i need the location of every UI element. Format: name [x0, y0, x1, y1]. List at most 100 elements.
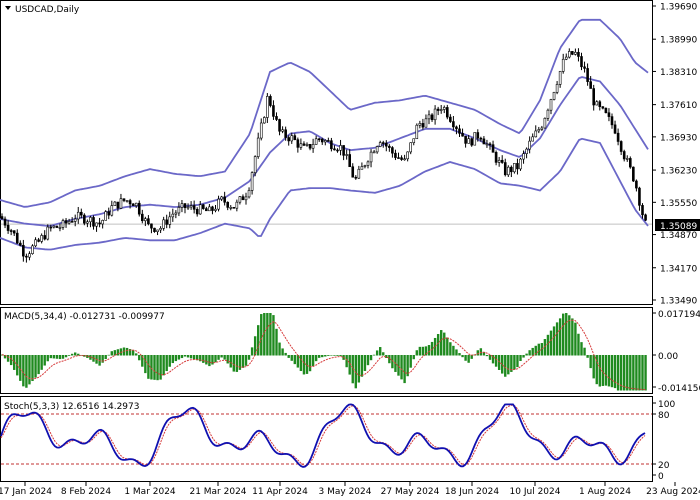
macd-bar	[229, 355, 232, 368]
x-tick-label: 27 May 2024	[381, 487, 440, 497]
macd-bar	[67, 355, 71, 356]
macd-bar	[513, 355, 516, 370]
candle-body	[208, 206, 211, 212]
candle-body	[558, 71, 562, 85]
candle-body	[351, 166, 355, 178]
macd-bar	[571, 318, 574, 356]
candle-body	[34, 239, 37, 247]
candle-body	[482, 138, 486, 145]
macd-bar	[43, 355, 46, 366]
macd-bar	[135, 353, 138, 356]
macd-bar	[626, 355, 629, 391]
candle-body	[241, 196, 245, 201]
candle-body	[9, 230, 13, 232]
y-tick-label: 1.37610	[660, 101, 697, 111]
macd-bar	[177, 355, 181, 360]
macd-bar	[412, 355, 415, 360]
macd-bar	[455, 349, 458, 356]
candle-body	[574, 51, 577, 55]
candle-body	[15, 232, 19, 244]
macd-bar	[168, 355, 171, 367]
candle-body	[577, 51, 580, 57]
candle-body	[567, 51, 571, 58]
macd-bar	[6, 355, 10, 362]
macd-bar	[208, 355, 211, 367]
macd-bar	[589, 355, 592, 369]
candle-body	[430, 114, 434, 121]
macd-bar	[522, 355, 525, 358]
candle-body	[256, 137, 260, 157]
candle-body	[439, 109, 443, 111]
candle-body	[540, 127, 544, 130]
macd-bar	[604, 355, 608, 386]
candle-body	[95, 222, 98, 227]
macd-tick-top: 0.017194	[658, 310, 700, 320]
candle-body	[238, 196, 242, 203]
candle-body	[372, 151, 376, 154]
candle-body	[70, 221, 74, 223]
candle-body	[632, 166, 635, 182]
candle-body	[595, 101, 599, 106]
candle-body	[644, 214, 647, 221]
candle-body	[305, 143, 309, 146]
macd-bar	[165, 355, 168, 372]
macd-bar	[443, 332, 446, 356]
candle-body	[98, 222, 101, 225]
macd-bar	[568, 315, 571, 356]
candle-body	[110, 205, 114, 216]
candle-body	[247, 190, 251, 198]
bollinger-lower-line	[0, 137, 649, 251]
candle-body	[333, 148, 336, 151]
candle-body	[375, 146, 379, 153]
macd-bar	[543, 339, 547, 356]
candle-body	[168, 216, 172, 225]
macd-bar	[369, 355, 373, 361]
candle-body	[58, 227, 62, 229]
macd-bar	[525, 353, 528, 356]
macd-bar	[598, 355, 601, 387]
macd-bar	[339, 355, 342, 356]
macd-bar	[192, 355, 196, 360]
candle-body	[76, 211, 80, 220]
macd-tick-bottom: -0.014156	[658, 384, 700, 394]
macd-bar	[125, 347, 129, 356]
macd-bar	[28, 355, 31, 385]
candle-body	[622, 151, 626, 160]
candle-body	[232, 207, 236, 209]
candle-body	[500, 159, 504, 163]
symbol-dropdown-icon[interactable]	[5, 6, 11, 10]
y-tick-label: 1.38310	[660, 68, 697, 78]
candle-body	[165, 219, 168, 225]
macd-bar	[623, 355, 626, 391]
macd-bar	[580, 342, 583, 356]
candle-body	[89, 217, 92, 223]
macd-bar	[162, 355, 165, 376]
candle-body	[128, 200, 132, 205]
candle-body	[598, 101, 602, 107]
macd-bar	[281, 348, 284, 356]
candle-body	[22, 244, 25, 257]
candle-body	[488, 143, 492, 146]
candle-body	[211, 206, 214, 211]
x-axis: 17 Jan 2024 8 Feb 2024 1 Mar 2024 21 Mar 20…	[0, 482, 700, 497]
candle-body	[235, 201, 239, 209]
candle-body	[491, 144, 495, 153]
candle-body	[131, 203, 135, 206]
macd-bar	[70, 353, 74, 356]
macd-bar	[314, 355, 318, 362]
macd-histogram	[0, 313, 647, 391]
candle-body	[293, 135, 297, 141]
macd-bar	[131, 350, 135, 356]
candle-body	[253, 156, 257, 173]
candle-body	[516, 163, 519, 170]
candle-body	[205, 208, 208, 212]
candle-body	[415, 124, 419, 140]
candle-body	[147, 218, 150, 225]
candle-body	[223, 196, 226, 203]
candle-body	[116, 201, 120, 209]
candle-body	[458, 128, 461, 134]
macd-bar	[34, 355, 37, 378]
stoch-tick-20: 20	[658, 461, 670, 471]
macd-bar	[415, 350, 418, 356]
candle-body	[464, 135, 467, 144]
